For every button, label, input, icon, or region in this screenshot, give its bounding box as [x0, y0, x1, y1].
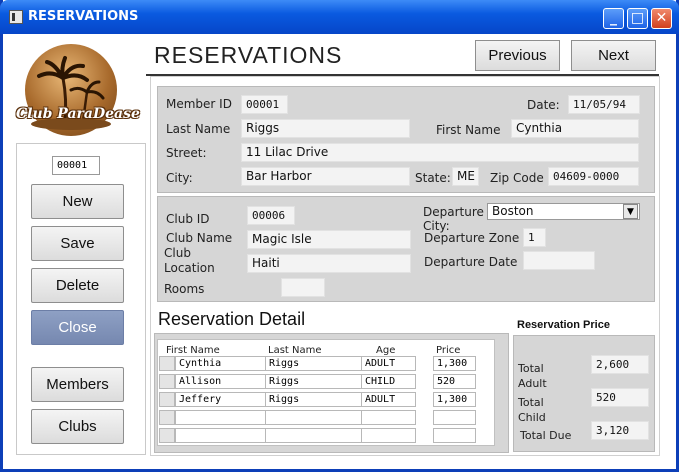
city-label: City: [166, 171, 193, 185]
close-button[interactable]: Close [31, 310, 124, 345]
state-label: State: [415, 171, 451, 185]
state-field[interactable]: ME [452, 167, 479, 186]
minimize-button[interactable]: _ [603, 8, 624, 29]
club-logo [25, 44, 117, 136]
cell-price[interactable]: 1,300 [433, 392, 476, 407]
cell-age[interactable]: CHILD [361, 374, 416, 389]
page-title: RESERVATIONS [154, 42, 343, 68]
total-child-label: Total Child [518, 396, 546, 424]
club-location-label: Club Location [164, 246, 215, 275]
club-name-label: Club Name [166, 231, 233, 245]
clubs-button[interactable]: Clubs [31, 409, 124, 444]
club-location-field[interactable]: Haiti [247, 254, 411, 273]
cell-price[interactable] [433, 428, 476, 443]
column-header-age: Age [376, 345, 396, 356]
maximize-button[interactable]: □ [627, 8, 648, 29]
departure-date-label: Departure Date [424, 255, 518, 269]
cell-last-name[interactable]: Riggs [265, 392, 362, 407]
club-id-label: Club ID [166, 212, 210, 226]
cell-last-name[interactable]: Riggs [265, 374, 362, 389]
total-child-field[interactable]: 520 [591, 388, 649, 407]
total-adult-label: Total Adult [518, 362, 547, 390]
first-name-label: First Name [436, 123, 501, 137]
cell-price[interactable]: 1,300 [433, 356, 476, 371]
column-header-last-name: Last Name [268, 345, 322, 356]
city-field[interactable]: Bar Harbor [241, 167, 410, 186]
zip-code-field[interactable]: 04609-0000 [548, 167, 639, 186]
departure-date-field[interactable] [523, 251, 595, 270]
cell-age[interactable] [361, 428, 416, 443]
club-name-field[interactable]: Magic Isle [247, 230, 411, 249]
total-due-label: Total Due [520, 429, 572, 442]
rooms-field[interactable] [281, 278, 325, 297]
cell-first-name[interactable]: Jeffery [175, 392, 266, 407]
cell-age[interactable]: ADULT [361, 392, 416, 407]
departure-city-label: Departure City: [423, 205, 484, 233]
rooms-label: Rooms [164, 282, 205, 296]
first-name-field[interactable]: Cynthia [511, 119, 639, 138]
reservation-price-title: Reservation Price [517, 319, 610, 331]
new-button[interactable]: New [31, 184, 124, 219]
cell-first-name[interactable]: Allison [175, 374, 266, 389]
column-header-price: Price [436, 345, 461, 356]
reservation-detail-title: Reservation Detail [158, 309, 306, 329]
chevron-down-icon[interactable]: ▼ [623, 204, 638, 219]
close-window-button[interactable]: ✕ [651, 8, 672, 29]
date-label: Date: [527, 98, 560, 112]
street-field[interactable]: 11 Lilac Drive [241, 143, 639, 162]
column-header-first-name: First Name [166, 345, 220, 356]
row-selector[interactable] [159, 374, 175, 389]
cell-first-name[interactable] [175, 410, 266, 425]
delete-button[interactable]: Delete [31, 268, 124, 303]
previous-button[interactable]: Previous [475, 40, 560, 71]
total-due-field[interactable]: 3,120 [591, 421, 649, 440]
cell-last-name[interactable]: Riggs [265, 356, 362, 371]
cell-age[interactable]: ADULT [361, 356, 416, 371]
palm-trees-icon [31, 56, 111, 130]
cell-first-name[interactable] [175, 428, 266, 443]
last-name-field[interactable]: Riggs [241, 119, 410, 138]
row-selector[interactable] [159, 410, 175, 425]
cell-age[interactable] [361, 410, 416, 425]
total-adult-field[interactable]: 2,600 [591, 355, 649, 374]
cell-first-name[interactable]: Cynthia [175, 356, 266, 371]
app-icon [9, 10, 23, 24]
departure-zone-field[interactable]: 1 [523, 228, 546, 247]
zip-code-label: Zip Code [490, 171, 544, 185]
member-id-field[interactable]: 00001 [241, 95, 288, 114]
cell-price[interactable]: 520 [433, 374, 476, 389]
window-title: RESERVATIONS [28, 9, 139, 24]
row-selector[interactable] [159, 428, 175, 443]
member-id-label: Member ID [166, 97, 232, 111]
row-selector[interactable] [159, 356, 175, 371]
save-button[interactable]: Save [31, 226, 124, 261]
next-button[interactable]: Next [571, 40, 656, 71]
row-selector[interactable] [159, 392, 175, 407]
date-field[interactable]: 11/05/94 [568, 95, 640, 114]
street-label: Street: [166, 146, 207, 160]
departure-zone-label: Departure Zone [424, 231, 520, 245]
record-id-field[interactable]: 00001 [52, 156, 100, 175]
cell-last-name[interactable] [265, 410, 362, 425]
club-id-field[interactable]: 00006 [247, 206, 295, 225]
members-button[interactable]: Members [31, 367, 124, 402]
cell-last-name[interactable] [265, 428, 362, 443]
departure-city-select[interactable]: Boston [487, 203, 640, 220]
club-logo-text: Club ParaDease [16, 106, 140, 122]
last-name-label: Last Name [166, 122, 231, 136]
cell-price[interactable] [433, 410, 476, 425]
